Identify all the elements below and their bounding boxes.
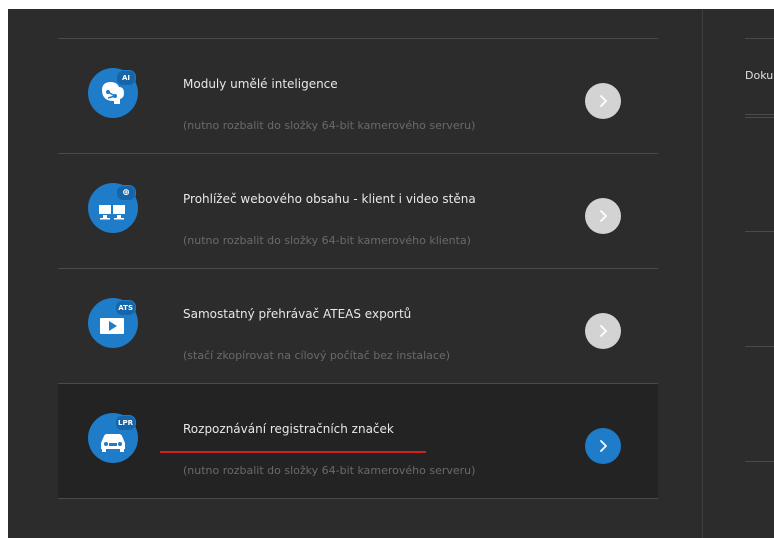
item-title: Samostatný přehrávač ATEAS exportů bbox=[183, 307, 412, 321]
right-column: Doku bbox=[703, 9, 774, 538]
item-badge: LPR bbox=[115, 415, 136, 431]
item-subtitle: (nutno rozbalit do složky 64-bit kamerov… bbox=[183, 119, 476, 132]
right-column-label[interactable]: Doku bbox=[745, 69, 773, 82]
ai-brain-icon: AI bbox=[88, 68, 138, 118]
divider bbox=[745, 114, 774, 115]
chevron-right-icon bbox=[600, 325, 607, 337]
annotation-underline bbox=[160, 451, 426, 453]
divider bbox=[745, 346, 774, 347]
car-lpr-icon: LPR bbox=[88, 413, 138, 463]
divider bbox=[745, 461, 774, 462]
open-button[interactable] bbox=[585, 83, 621, 119]
item-subtitle: (nutno rozbalit do složky 64-bit kamerov… bbox=[183, 234, 471, 247]
open-button[interactable] bbox=[585, 313, 621, 349]
item-subtitle: (nutno rozbalit do složky 64-bit kamerov… bbox=[183, 464, 476, 477]
chevron-right-icon bbox=[600, 210, 607, 222]
item-title: Moduly umělé inteligence bbox=[183, 77, 338, 91]
download-list: AI Moduly umělé inteligence (nutno rozba… bbox=[58, 38, 658, 499]
open-button[interactable] bbox=[585, 428, 621, 464]
globe-icon: ⊕ bbox=[116, 185, 136, 201]
list-item-ateas-player[interactable]: ATS Samostatný přehrávač ATEAS exportů (… bbox=[58, 268, 658, 383]
list-item-lpr[interactable]: LPR Rozpoznávání registračních značek (n… bbox=[58, 383, 658, 499]
divider bbox=[745, 38, 774, 39]
item-badge: AI bbox=[116, 70, 136, 86]
video-player-icon: ATS bbox=[88, 298, 138, 348]
item-title: Prohlížeč webového obsahu - klient i vid… bbox=[183, 192, 476, 206]
chevron-right-icon bbox=[600, 95, 607, 107]
divider bbox=[745, 231, 774, 232]
list-item-ai-modules[interactable]: AI Moduly umělé inteligence (nutno rozba… bbox=[58, 38, 658, 153]
list-item-web-viewer[interactable]: ⊕ Prohlížeč webového obsahu - klient i v… bbox=[58, 153, 658, 268]
chevron-right-icon bbox=[600, 440, 607, 452]
divider bbox=[745, 117, 774, 118]
item-badge: ATS bbox=[115, 300, 136, 316]
item-title: Rozpoznávání registračních značek bbox=[183, 422, 394, 436]
open-button[interactable] bbox=[585, 198, 621, 234]
item-subtitle: (stačí zkopírovat na cílový počítač bez … bbox=[183, 349, 451, 362]
web-monitors-icon: ⊕ bbox=[88, 183, 138, 233]
